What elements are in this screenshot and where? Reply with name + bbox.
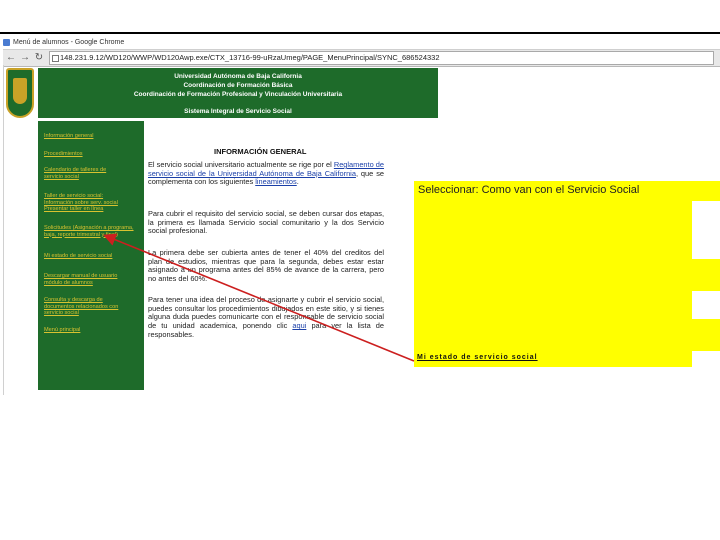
header-university: Universidad Autónoma de Baja California (174, 73, 302, 80)
instruction-callout: Seleccionar: Como van con el Servicio So… (414, 181, 692, 367)
sidebar-item-mi-estado[interactable]: Mi estado de servicio social (44, 253, 112, 260)
university-shield-logo (6, 68, 34, 118)
sidebar-item-solicitudes[interactable]: Solicitudes (Asignación a programa, baja… (44, 225, 138, 238)
sidebar-menu: Información general Procedimientos Calen… (38, 121, 144, 390)
sidebar-item-menu-principal[interactable]: Menú principal (44, 327, 80, 334)
paragraph-requirements: La primera debe ser cubierta antes de te… (148, 248, 384, 284)
callout-status-link[interactable]: Mi estado de servicio social (417, 354, 538, 361)
sidebar-item-taller-servicio-social[interactable]: Taller de servicio social: Información s… (44, 193, 132, 213)
back-arrow-icon[interactable]: ← (5, 52, 17, 64)
sidebar-item-calendario-talleres[interactable]: Calendario de talleres de servicio socia… (44, 167, 124, 180)
paragraph-process: Para tener una idea del proceso de asign… (148, 295, 384, 340)
address-bar[interactable]: 148.231.9.12/WD120/WWP/WD120Awp.exe/CTX_… (49, 51, 714, 65)
paragraph-text: . (296, 177, 299, 187)
paragraph-text: El servicio social universitario actualm… (148, 160, 334, 169)
sidebar-item-descargar-manual[interactable]: Descargar manual de usuario módulo de al… (44, 273, 126, 286)
responsables-link[interactable]: aqui (292, 321, 306, 330)
sidebar-item-informacion-general[interactable]: Información general (44, 133, 93, 140)
callout-fragment (692, 181, 720, 201)
reload-icon[interactable]: ↻ (33, 52, 45, 64)
guidelines-link[interactable]: lineamientos (255, 177, 297, 187)
sidebar-item-procedimientos[interactable]: Procedimientos (44, 151, 83, 158)
page-header: Universidad Autónoma de Baja California … (38, 68, 438, 118)
window-title: Menú de alumnos - Google Chrome (13, 38, 125, 46)
paragraph-stages: Para cubrir el requisito del servicio so… (148, 209, 384, 236)
favicon-icon (3, 38, 10, 46)
page-title: INFORMACIÓN GENERAL (214, 147, 307, 156)
header-coordination-professional: Coordinación de Formación Profesional y … (133, 91, 343, 98)
window-edge (3, 65, 4, 395)
address-url: 148.231.9.12/WD120/WWP/WD120Awp.exe/CTX_… (60, 53, 440, 62)
sidebar-item-consulta-documentos[interactable]: Consulta y descarga de documentos relaci… (44, 297, 126, 317)
window-title-bar: Menú de alumnos - Google Chrome (3, 36, 720, 48)
top-border (0, 32, 720, 34)
page-icon (52, 55, 59, 62)
callout-fragment (692, 259, 720, 291)
forward-arrow-icon[interactable]: → (19, 52, 31, 64)
paragraph-regulation: El servicio social universitario actualm… (148, 160, 384, 187)
callout-fragment (692, 319, 720, 351)
header-system-title: Sistema Integral de Servicio Social (184, 108, 292, 115)
header-coordination-basic: Coordinación de Formación Básica (183, 82, 293, 89)
browser-toolbar: ← → ↻ 148.231.9.12/WD120/WWP/WD120Awp.ex… (3, 49, 720, 67)
main-content: INFORMACIÓN GENERAL El servicio social u… (144, 121, 388, 391)
callout-instruction-text: Seleccionar: Como van con el Servicio So… (418, 184, 640, 196)
shield-emblem (13, 78, 27, 104)
